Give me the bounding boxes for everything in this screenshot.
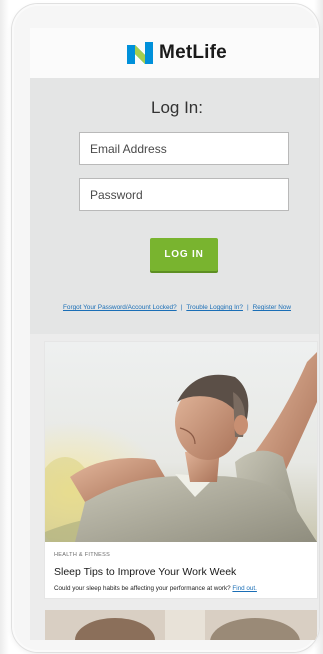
- register-now-link[interactable]: Register Now: [253, 304, 291, 311]
- next-article-card-peek[interactable]: [45, 610, 317, 640]
- article-image[interactable]: [45, 342, 317, 542]
- login-panel: Log In: LOG IN Forgot Your Password/Acco…: [30, 78, 319, 334]
- page-background: MetLife Log In: LOG IN Forgot Your Passw…: [0, 0, 323, 654]
- login-title: Log In:: [151, 98, 203, 117]
- link-separator: |: [180, 304, 183, 311]
- site-header: MetLife: [30, 28, 319, 78]
- metlife-m-icon: [127, 42, 154, 64]
- link-separator: |: [246, 304, 249, 311]
- trouble-logging-in-link[interactable]: Trouble Logging In?: [186, 304, 243, 311]
- find-out-link[interactable]: Find out.: [232, 585, 257, 592]
- article-title[interactable]: Sleep Tips to Improve Your Work Week: [54, 566, 236, 578]
- brand-logo[interactable]: MetLife: [127, 42, 227, 64]
- article-description: Could your sleep habits be affecting you…: [54, 585, 257, 592]
- phone-screen: MetLife Log In: LOG IN Forgot Your Passw…: [30, 28, 319, 640]
- next-article-image: [45, 610, 317, 640]
- article-category: HEALTH & FITNESS: [54, 552, 111, 558]
- section-divider: [30, 334, 319, 342]
- article-card[interactable]: HEALTH & FITNESS Sleep Tips to Improve Y…: [45, 342, 317, 598]
- forgot-password-link[interactable]: Forgot Your Password/Account Locked?: [63, 304, 177, 311]
- relaxing-man-illustration: [45, 342, 317, 542]
- phone-frame: MetLife Log In: LOG IN Forgot Your Passw…: [12, 4, 319, 652]
- article-description-text: Could your sleep habits be affecting you…: [54, 585, 231, 592]
- email-field[interactable]: [79, 132, 289, 165]
- password-field[interactable]: [79, 178, 289, 211]
- login-button[interactable]: LOG IN: [150, 238, 218, 271]
- brand-name: MetLife: [159, 42, 227, 63]
- help-links: Forgot Your Password/Account Locked? | Tro…: [30, 304, 319, 311]
